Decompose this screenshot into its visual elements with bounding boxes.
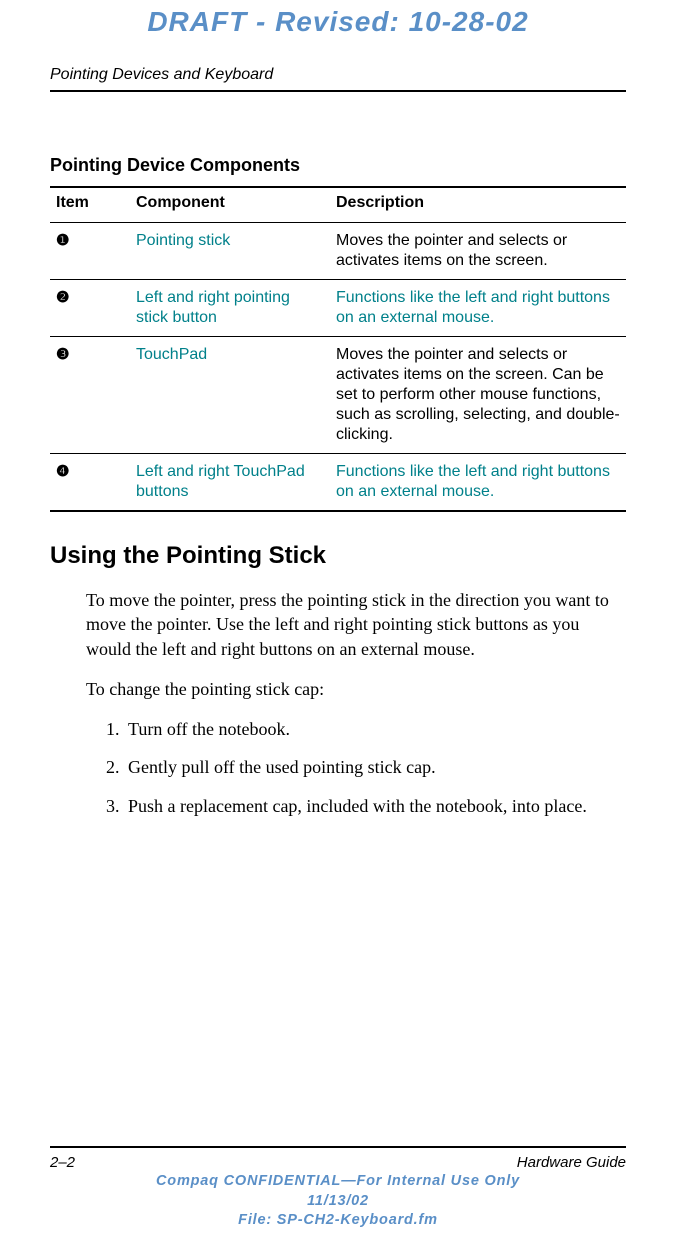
confidential-footer: Compaq CONFIDENTIAL—For Internal Use Onl… [0,1172,676,1231]
component-cell: Left and right pointing stick button [130,280,330,337]
table-row: ❸ TouchPad Moves the pointer and selects… [50,337,626,454]
guide-name: Hardware Guide [517,1154,626,1171]
description-cell: Functions like the left and right button… [330,280,626,337]
list-item: 1.Turn off the notebook. [106,717,626,741]
table-row: ❹ Left and right TouchPad buttons Functi… [50,454,626,512]
conf-line: Compaq CONFIDENTIAL—For Internal Use Onl… [0,1172,676,1192]
paragraph: To move the pointer, press the pointing … [86,588,626,661]
th-description: Description [330,187,626,223]
list-text: Gently pull off the used pointing stick … [128,755,436,779]
list-number: 1. [106,717,128,741]
draft-watermark: DRAFT - Revised: 10-28-02 [0,6,676,38]
components-table: Item Component Description ❶ Pointing st… [50,186,626,512]
description-cell: Moves the pointer and selects or activat… [330,337,626,454]
running-header: Pointing Devices and Keyboard [50,66,273,84]
component-cell: Pointing stick [130,223,330,280]
section-heading: Using the Pointing Stick [50,542,626,570]
table-title: Pointing Device Components [50,155,626,176]
page-number: 2–2 [50,1154,75,1171]
conf-line: File: SP-CH2-Keyboard.fm [0,1211,676,1231]
item-number: ❶ [56,232,69,249]
item-number: ❹ [56,463,69,480]
list-number: 3. [106,794,128,818]
header-rule [50,90,626,92]
th-item: Item [50,187,130,223]
component-cell: Left and right TouchPad buttons [130,454,330,512]
conf-line: 11/13/02 [0,1192,676,1212]
table-row: ❷ Left and right pointing stick button F… [50,280,626,337]
description-cell: Moves the pointer and selects or activat… [330,223,626,280]
list-text: Push a replacement cap, included with th… [128,794,587,818]
ordered-list: 1.Turn off the notebook. 2.Gently pull o… [106,717,626,818]
list-item: 3.Push a replacement cap, included with … [106,794,626,818]
table-row: ❶ Pointing stick Moves the pointer and s… [50,223,626,280]
item-number: ❸ [56,346,69,363]
footer-rule [50,1146,626,1148]
description-cell: Functions like the left and right button… [330,454,626,512]
th-component: Component [130,187,330,223]
item-number: ❷ [56,289,69,306]
list-item: 2.Gently pull off the used pointing stic… [106,755,626,779]
paragraph: To change the pointing stick cap: [86,677,626,701]
list-number: 2. [106,755,128,779]
list-text: Turn off the notebook. [128,717,290,741]
component-cell: TouchPad [130,337,330,454]
